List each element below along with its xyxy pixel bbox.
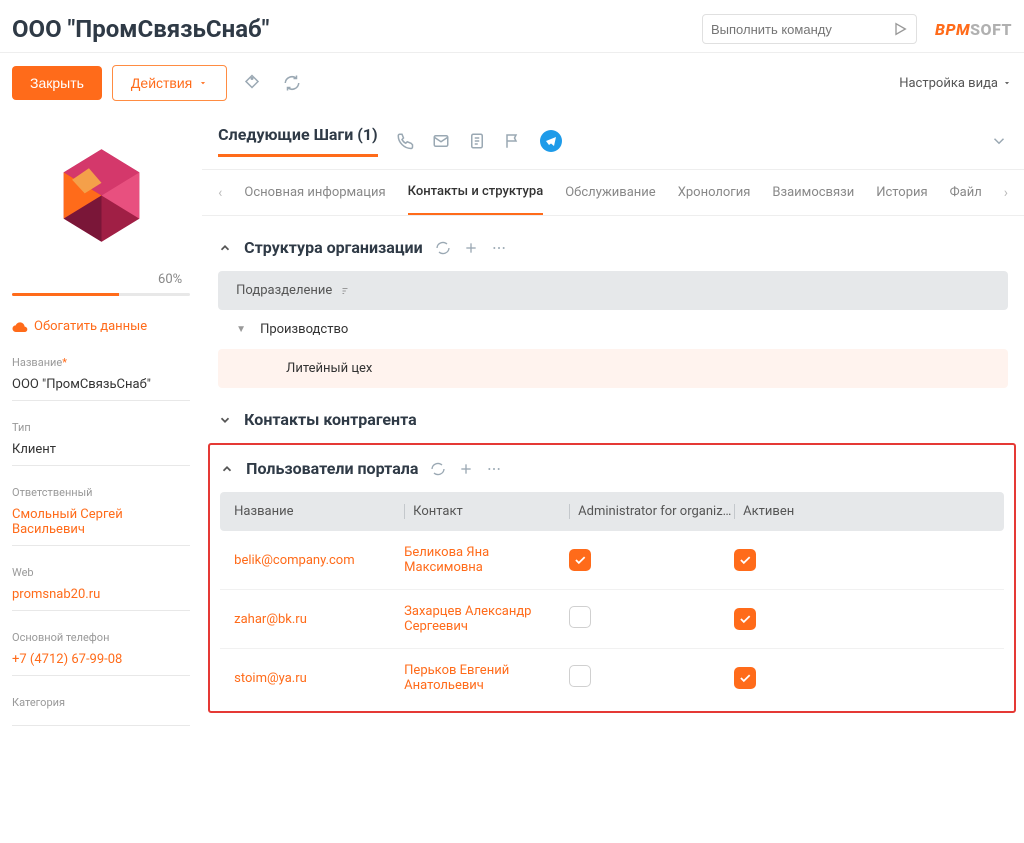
checkbox-unchecked-icon[interactable] — [569, 606, 591, 628]
phone-value[interactable]: +7 (4712) 67-99-08 — [12, 652, 190, 676]
page-title: ООО "ПромСвязьСнаб" — [12, 15, 702, 43]
col-contact[interactable]: Контакт — [404, 504, 569, 519]
web-label: Web — [12, 566, 190, 579]
row-active — [734, 667, 990, 689]
portal-users-title: Пользователи портала — [246, 459, 418, 478]
contacts-title: Контакты контрагента — [244, 410, 417, 429]
tab-files[interactable]: Файл — [950, 185, 982, 214]
tabs: ‹ Основная информация Контакты и структу… — [202, 170, 1024, 216]
row-contact[interactable]: Захарцев Александр Сергеевич — [404, 604, 569, 634]
phone-icon[interactable] — [396, 132, 414, 150]
company-logo-area — [12, 125, 190, 272]
tab-chronology[interactable]: Хронология — [678, 185, 751, 214]
row-name[interactable]: zahar@bk.ru — [234, 612, 404, 627]
portal-refresh-icon[interactable] — [430, 461, 446, 477]
table-row[interactable]: belik@company.comБеликова Яна Максимовна — [220, 531, 1004, 590]
tag-icon[interactable] — [237, 68, 267, 98]
run-command-icon[interactable] — [892, 21, 908, 37]
org-column-header[interactable]: Подразделение — [218, 271, 1008, 310]
portal-collapse-icon[interactable] — [220, 462, 234, 476]
portal-table-header: Название Контакт Administrator for organ… — [220, 492, 1004, 531]
org-add-icon[interactable] — [463, 240, 479, 256]
name-value[interactable]: ООО "ПромСвязьСнаб" — [12, 377, 190, 401]
tab-scroll-left-icon[interactable]: ‹ — [218, 185, 222, 215]
tab-service[interactable]: Обслуживание — [565, 185, 655, 214]
owner-value[interactable]: Смольный Сергей Васильевич — [12, 507, 190, 546]
row-active — [734, 608, 990, 630]
category-value[interactable] — [12, 717, 190, 726]
portal-users-section: Пользователи портала Название Контакт Ad… — [208, 443, 1016, 713]
org-collapse-icon[interactable] — [218, 241, 232, 255]
row-admin — [569, 549, 734, 571]
web-value[interactable]: promsnab20.ru — [12, 587, 190, 611]
actions-button[interactable]: Действия — [112, 65, 227, 101]
close-button[interactable]: Закрыть — [12, 66, 102, 100]
checkbox-checked-icon[interactable] — [569, 549, 591, 571]
progress-percent: 60% — [158, 272, 182, 287]
name-label: Название* — [12, 356, 190, 369]
expand-icon[interactable]: ▼ — [236, 324, 246, 335]
org-row-production[interactable]: ▼ Производство — [218, 310, 1008, 349]
refresh-icon[interactable] — [277, 68, 307, 98]
org-more-icon[interactable] — [491, 240, 507, 256]
checkbox-checked-icon[interactable] — [734, 549, 756, 571]
tab-relations[interactable]: Взаимосвязи — [772, 185, 854, 214]
checkbox-checked-icon[interactable] — [734, 667, 756, 689]
telegram-icon[interactable] — [540, 130, 562, 152]
next-steps-title[interactable]: Следующие Шаги (1) — [218, 125, 377, 157]
portal-add-icon[interactable] — [458, 461, 474, 477]
progress-bar — [12, 293, 190, 296]
org-row-foundry[interactable]: Литейный цех — [218, 349, 1008, 388]
row-contact[interactable]: Беликова Яна Максимовна — [404, 545, 569, 575]
owner-label: Ответственный — [12, 486, 190, 499]
command-box[interactable] — [702, 14, 917, 44]
org-refresh-icon[interactable] — [435, 240, 451, 256]
portal-more-icon[interactable] — [486, 461, 502, 477]
table-row[interactable]: stoim@ya.ruПерьков Евгений Анатольевич — [220, 649, 1004, 707]
tab-history[interactable]: История — [876, 185, 927, 214]
row-name[interactable]: belik@company.com — [234, 553, 404, 568]
row-contact[interactable]: Перьков Евгений Анатольевич — [404, 663, 569, 693]
view-config-button[interactable]: Настройка вида — [899, 76, 1012, 91]
category-label: Категория — [12, 696, 190, 709]
company-logo — [49, 143, 154, 248]
mail-icon[interactable] — [432, 132, 450, 150]
row-active — [734, 549, 990, 571]
table-row[interactable]: zahar@bk.ruЗахарцев Александр Сергеевич — [220, 590, 1004, 649]
tab-contacts-structure[interactable]: Контакты и структура — [408, 184, 544, 215]
type-value[interactable]: Клиент — [12, 442, 190, 466]
col-active[interactable]: Активен — [734, 504, 990, 519]
tab-main-info[interactable]: Основная информация — [244, 185, 385, 214]
enrich-data-link[interactable]: Обогатить данные — [12, 318, 190, 334]
note-icon[interactable] — [468, 132, 486, 150]
org-structure-title: Структура организации — [244, 238, 423, 257]
row-name[interactable]: stoim@ya.ru — [234, 671, 404, 686]
col-name[interactable]: Название — [234, 504, 404, 519]
command-input[interactable] — [711, 22, 892, 37]
row-admin — [569, 606, 734, 632]
tab-scroll-right-icon[interactable]: › — [1004, 185, 1008, 215]
type-label: Тип — [12, 421, 190, 434]
phone-label: Основной телефон — [12, 631, 190, 644]
row-admin — [569, 665, 734, 691]
collapse-steps-icon[interactable] — [990, 132, 1008, 150]
col-admin[interactable]: Administrator for organiz… — [569, 504, 734, 519]
contacts-collapse-icon[interactable] — [218, 413, 232, 427]
flag-icon[interactable] — [504, 132, 522, 150]
app-logo: BPMSOFT — [935, 20, 1012, 39]
checkbox-checked-icon[interactable] — [734, 608, 756, 630]
checkbox-unchecked-icon[interactable] — [569, 665, 591, 687]
